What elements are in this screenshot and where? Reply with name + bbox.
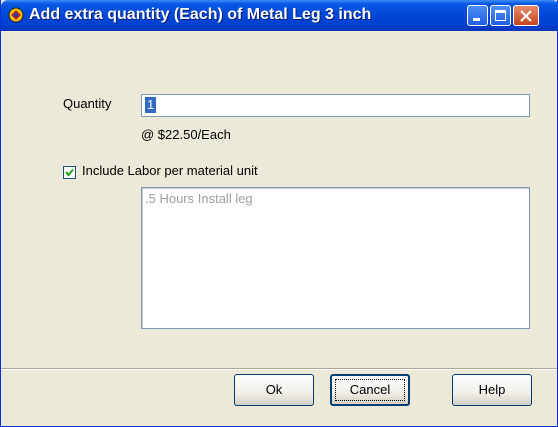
close-button[interactable] xyxy=(513,5,539,26)
cancel-focus-ring xyxy=(335,379,405,401)
labor-description-text: .5 Hours Install leg xyxy=(145,191,253,206)
include-labor-label[interactable]: Include Labor per material unit xyxy=(82,163,258,178)
labor-description-box[interactable]: .5 Hours Install leg xyxy=(141,187,530,329)
minimize-icon xyxy=(473,18,480,21)
title-bar[interactable]: Add extra quantity (Each) of Metal Leg 3… xyxy=(1,0,558,31)
quantity-input[interactable]: 1 xyxy=(141,94,530,117)
checkmark-icon xyxy=(65,168,74,177)
quantity-label: Quantity xyxy=(63,96,112,111)
maximize-icon xyxy=(495,10,506,21)
maximize-button[interactable] xyxy=(490,5,511,26)
window-title: Add extra quantity (Each) of Metal Leg 3… xyxy=(29,6,372,23)
minimize-button[interactable] xyxy=(467,5,488,26)
dialog-window: Add extra quantity (Each) of Metal Leg 3… xyxy=(0,0,558,427)
ok-button[interactable]: Ok xyxy=(234,374,314,406)
unit-price-text: @ $22.50/Each xyxy=(141,127,231,142)
cancel-button[interactable]: Cancel xyxy=(330,374,410,406)
footer-divider-highlight xyxy=(1,369,557,370)
include-labor-checkbox[interactable] xyxy=(63,166,76,179)
close-icon xyxy=(520,10,532,22)
quantity-value: 1 xyxy=(145,97,157,113)
app-logo-icon xyxy=(8,7,24,23)
help-button[interactable]: Help xyxy=(452,374,532,406)
